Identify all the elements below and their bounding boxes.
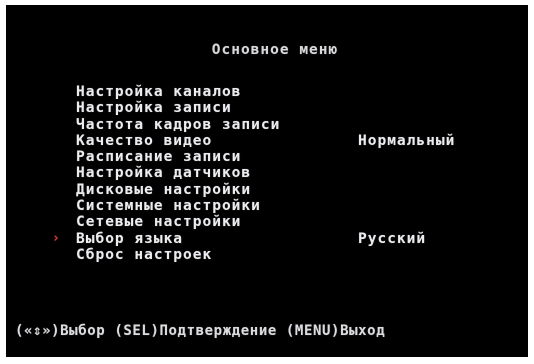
menu-item-label: Выбор языка (76, 230, 184, 247)
select-hint-label: Выбор (60, 323, 106, 339)
menu-item-record-settings[interactable]: Настройка записи (76, 100, 280, 116)
menu-item-label: Качество видео (76, 132, 213, 149)
menu-item-channel-settings[interactable]: Настройка каналов (76, 84, 280, 100)
menu-item-network-settings[interactable]: Сетевые настройки (76, 214, 280, 230)
menu-item-reset-settings[interactable]: Сброс настроек (76, 247, 280, 263)
menu-item-label: Сетевые настройки (76, 214, 242, 231)
menu-item-video-quality[interactable]: Качество видео Нормальный (76, 132, 454, 149)
menu-item-label: Дисковые настройки (76, 181, 252, 198)
arrow-keys-hint-icon: («⇕») (15, 323, 61, 339)
menu-item-sensor-settings[interactable]: Настройка датчиков (76, 165, 280, 181)
exit-hint-label: Выход (340, 323, 386, 339)
menu-title: Основное меню (211, 42, 339, 58)
menu-item-system-settings[interactable]: Системные настройки (76, 198, 280, 214)
screenshot-frame: Основное меню Настройка каналов Настройк… (0, 0, 534, 364)
menu-key-hint: (MENU) (285, 323, 341, 339)
menu-item-record-frame-rate[interactable]: Частота кадров записи (76, 117, 280, 133)
video-quality-value: Нормальный (358, 132, 456, 149)
confirm-hint-label: Подтверждение (159, 323, 277, 339)
menu-item-record-schedule[interactable]: Расписание записи (76, 149, 280, 165)
key-hints-bar: («⇕»)Выбор (SEL)Подтверждение (MENU)Выхо… (15, 323, 385, 339)
language-value: Русский (358, 230, 427, 247)
menu-item-language-select[interactable]: › Выбор языка Русский (52, 230, 425, 247)
menu-item-label: Настройка каналов (76, 84, 242, 100)
dvr-osd-screen: Основное меню Настройка каналов Настройк… (6, 5, 528, 357)
menu-item-label: Настройка записи (76, 100, 232, 117)
menu-item-label: Сброс настроек (76, 246, 213, 263)
main-menu-list: Настройка каналов Настройка записи Часто… (52, 84, 454, 263)
menu-item-label: Системные настройки (76, 198, 261, 215)
menu-item-label: Расписание записи (76, 149, 242, 166)
chevron-right-icon: › (52, 230, 61, 246)
menu-item-label: Настройка датчиков (76, 165, 252, 182)
menu-item-label: Частота кадров записи (76, 116, 281, 133)
sel-key-hint: (SEL) (114, 323, 160, 339)
menu-item-disk-settings[interactable]: Дисковые настройки (76, 182, 280, 198)
